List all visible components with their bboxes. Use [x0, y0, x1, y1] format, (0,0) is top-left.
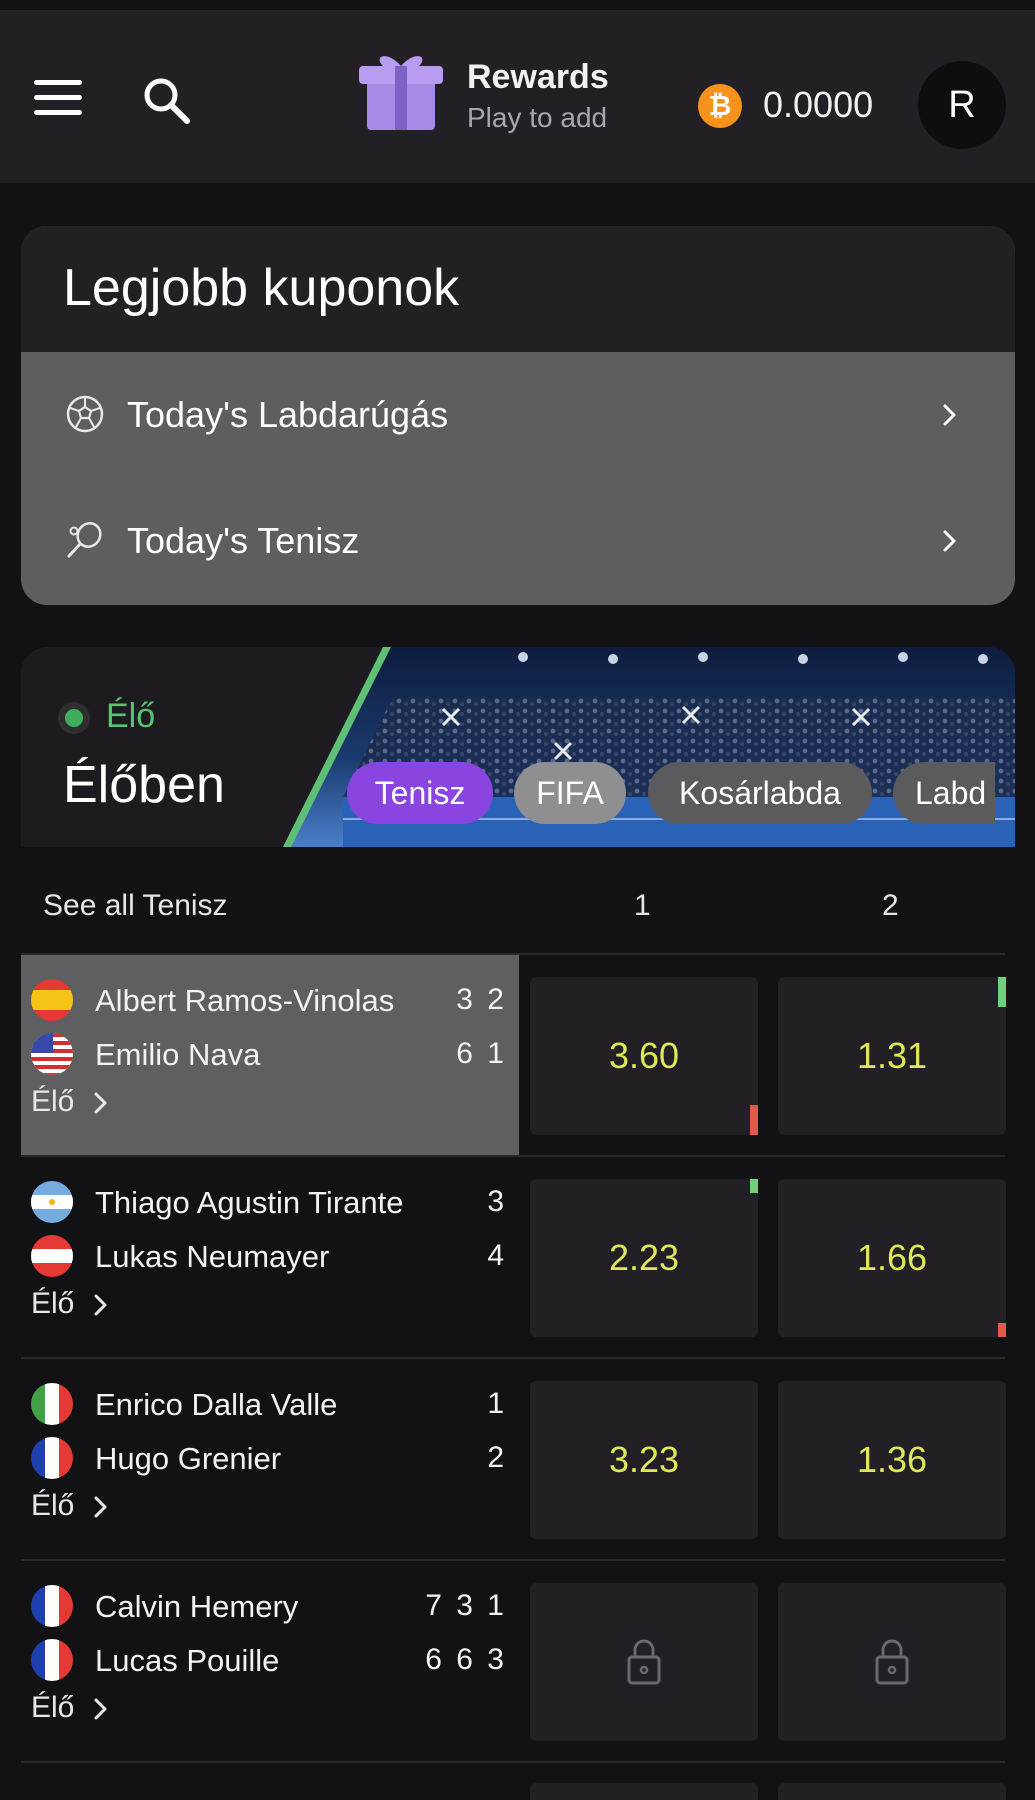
odds-up-indicator [750, 1179, 758, 1193]
chip-basketball[interactable]: Kosárlabda [648, 762, 872, 824]
coupon-item-label: Today's Tenisz [127, 520, 360, 561]
column-header-1: 1 [634, 889, 651, 922]
odds-button-2[interactable]: 1.66 [778, 1179, 1006, 1337]
live-matches-list: See all Tenisz 1 2 Albert Ramos-Vinolas … [21, 847, 1015, 1800]
search-icon[interactable] [140, 74, 192, 126]
chip-football[interactable]: Labd [893, 762, 995, 824]
gift-icon[interactable] [357, 48, 445, 134]
match-row[interactable]: Thiago Agustin Tirante 3 Lukas Neumayer … [21, 1157, 1015, 1357]
rewards-title[interactable]: Rewards [467, 58, 609, 97]
odds-button-1[interactable]: 2.23 [530, 1179, 758, 1337]
player-1-name: Calvin Hemery [95, 1589, 299, 1624]
coupons-header: Legjobb kuponok [21, 226, 1015, 352]
usa-flag-icon [31, 1033, 73, 1075]
live-section-header: Élő Élőben Tenisz FIFA Kosárlabda Labd [21, 647, 1015, 847]
france-flag-icon [31, 1639, 73, 1681]
coupon-item-tennis[interactable]: Today's Tenisz [21, 478, 1015, 604]
player-2-name: Lucas Pouille [95, 1643, 280, 1678]
live-label: Élő [31, 1691, 75, 1724]
divider [21, 1761, 1005, 1763]
odds-button-1[interactable] [530, 1783, 758, 1800]
odds-button-1[interactable]: 3.23 [530, 1381, 758, 1539]
chip-fifa[interactable]: FIFA [514, 762, 626, 824]
live-indicator-icon [58, 702, 90, 734]
coupon-item-label: Today's Labdarúgás [127, 394, 449, 435]
spain-flag-icon [31, 979, 73, 1021]
chevron-right-icon [94, 1496, 107, 1518]
odds-button-2-locked [778, 1583, 1006, 1741]
live-label: Élő [31, 1287, 75, 1320]
argentina-flag-icon [31, 1181, 73, 1223]
match-info[interactable]: Enrico Dalla Valle 1 Hugo Grenier 2 Élő [21, 1359, 519, 1559]
chevron-right-icon [94, 1698, 107, 1720]
player-1-score: 3 [487, 1185, 507, 1218]
bitcoin-icon: ₿ [698, 84, 742, 128]
see-all-tennis-link[interactable]: See all Tenisz [43, 889, 228, 923]
player-1-name: Albert Ramos-Vinolas [95, 983, 395, 1018]
rewards-subtitle: Play to add [467, 102, 608, 133]
player-2-score: 2 [487, 1441, 507, 1474]
live-title: Élőben [63, 756, 225, 814]
odds-button-2[interactable]: 1.36 [778, 1381, 1006, 1539]
odds-down-indicator [750, 1105, 758, 1135]
match-info[interactable]: Calvin Hemery 7 3 1 Lucas Pouille 6 6 3 … [21, 1561, 519, 1761]
player-2-score: 6 1 [456, 1037, 507, 1070]
match-row[interactable]: Calvin Hemery 7 3 1 Lucas Pouille 6 6 3 … [21, 1561, 1015, 1761]
best-coupons-card: Legjobb kuponok Today's Labdarúgás Today… [21, 226, 1015, 605]
avatar[interactable]: R [918, 61, 1006, 149]
lock-icon [627, 1639, 661, 1685]
lock-icon [875, 1639, 909, 1685]
chevron-right-icon [94, 1092, 107, 1114]
match-info[interactable]: Albert Ramos-Vinolas 3 2 Emilio Nava 6 1… [21, 955, 519, 1155]
france-flag-icon [31, 1585, 73, 1627]
player-1-name: Enrico Dalla Valle [95, 1387, 338, 1422]
odds-button-1[interactable]: 3.60 [530, 977, 758, 1135]
player-2-name: Emilio Nava [95, 1037, 261, 1072]
player-1-name: Thiago Agustin Tirante [95, 1185, 404, 1220]
italy-flag-icon [31, 1383, 73, 1425]
match-row[interactable]: Albert Ramos-Vinolas 3 2 Emilio Nava 6 1… [21, 955, 1015, 1155]
player-2-score: 4 [487, 1239, 507, 1272]
soccer-ball-icon [66, 395, 104, 433]
wallet-balance[interactable]: 0.0000 [763, 84, 873, 126]
player-2-name: Lukas Neumayer [95, 1239, 330, 1274]
status-bar [0, 0, 1035, 10]
chevron-right-icon [943, 530, 956, 552]
france-flag-icon [31, 1437, 73, 1479]
player-1-score: 1 [487, 1387, 507, 1420]
match-info[interactable]: Thiago Agustin Tirante 3 Lukas Neumayer … [21, 1157, 519, 1357]
player-2-name: Hugo Grenier [95, 1441, 282, 1476]
menu-icon[interactable] [34, 80, 82, 116]
odds-button-2[interactable] [778, 1783, 1006, 1800]
app-header: Rewards Play to add ₿ 0.0000 R [0, 10, 1035, 183]
coupons-title: Legjobb kuponok [63, 259, 460, 317]
match-row[interactable]: Enrico Dalla Valle 1 Hugo Grenier 2 Élő … [21, 1359, 1015, 1559]
chip-tennis[interactable]: Tenisz [347, 762, 493, 824]
chevron-right-icon [943, 404, 956, 426]
column-header-2: 2 [882, 889, 899, 922]
live-badge: Élő [106, 697, 156, 735]
chevron-right-icon [94, 1294, 107, 1316]
player-1-score: 7 3 1 [425, 1589, 507, 1622]
live-label: Élő [31, 1489, 75, 1522]
live-label: Élő [31, 1085, 75, 1118]
austria-flag-icon [31, 1235, 73, 1277]
player-1-score: 3 2 [456, 983, 507, 1016]
odds-button-2[interactable]: 1.31 [778, 977, 1006, 1135]
odds-down-indicator [998, 1323, 1006, 1337]
tennis-racket-icon [67, 522, 102, 558]
odds-button-1-locked [530, 1583, 758, 1741]
coupon-item-football[interactable]: Today's Labdarúgás [21, 352, 1015, 478]
odds-up-indicator [998, 977, 1006, 1007]
player-2-score: 6 6 3 [425, 1643, 507, 1676]
